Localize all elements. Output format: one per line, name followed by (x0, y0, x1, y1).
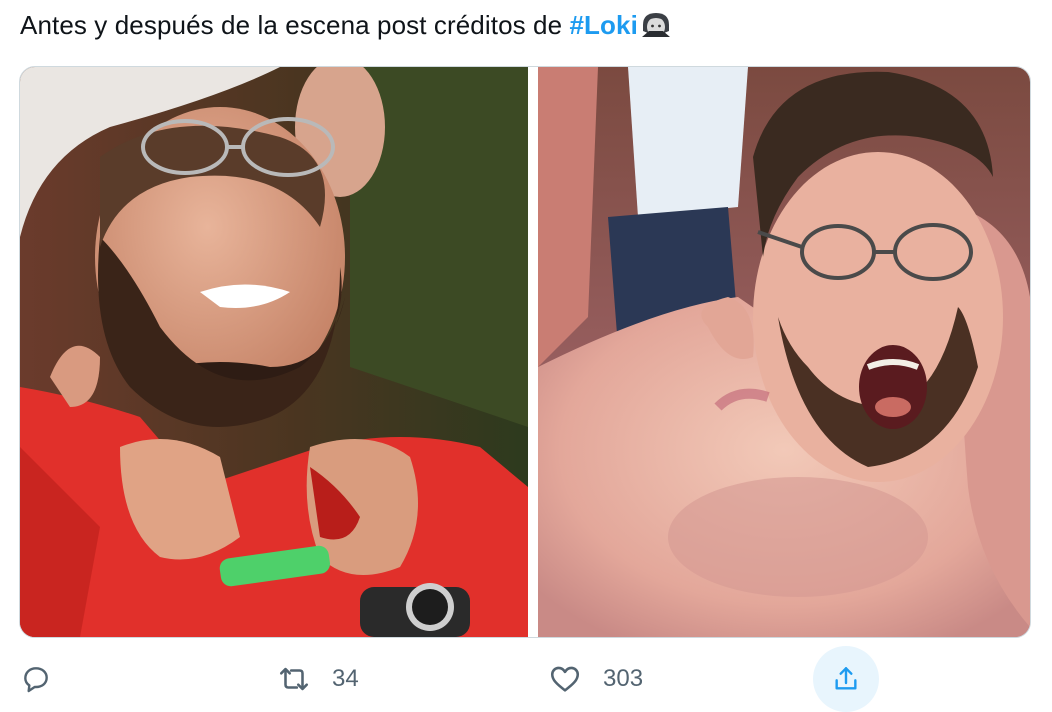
retweet-icon (274, 659, 314, 699)
like-count: 303 (603, 665, 644, 692)
vampire-emoji-icon (639, 11, 673, 39)
hashtag-link[interactable]: #Loki (570, 10, 638, 40)
photo-after[interactable] (538, 67, 1030, 637)
media-divider (528, 67, 538, 637)
heart-icon (545, 659, 585, 699)
tweet-text: Antes y después de la escena post crédit… (20, 8, 673, 42)
reply-button[interactable] (16, 648, 74, 710)
tweet-text-body: Antes y después de la escena post crédit… (20, 10, 570, 40)
media-grid[interactable] (19, 66, 1031, 638)
screaming-fan-image (538, 67, 1030, 637)
share-button[interactable] (813, 646, 879, 712)
tweet-actions: 34 303 (0, 646, 1052, 712)
retweet-button[interactable]: 34 (274, 648, 359, 710)
share-icon (813, 646, 879, 712)
crying-fan-image (20, 67, 528, 637)
retweet-count: 34 (332, 665, 359, 692)
photo-before[interactable] (20, 67, 528, 637)
reply-icon (16, 659, 56, 699)
like-button[interactable]: 303 (545, 648, 643, 710)
